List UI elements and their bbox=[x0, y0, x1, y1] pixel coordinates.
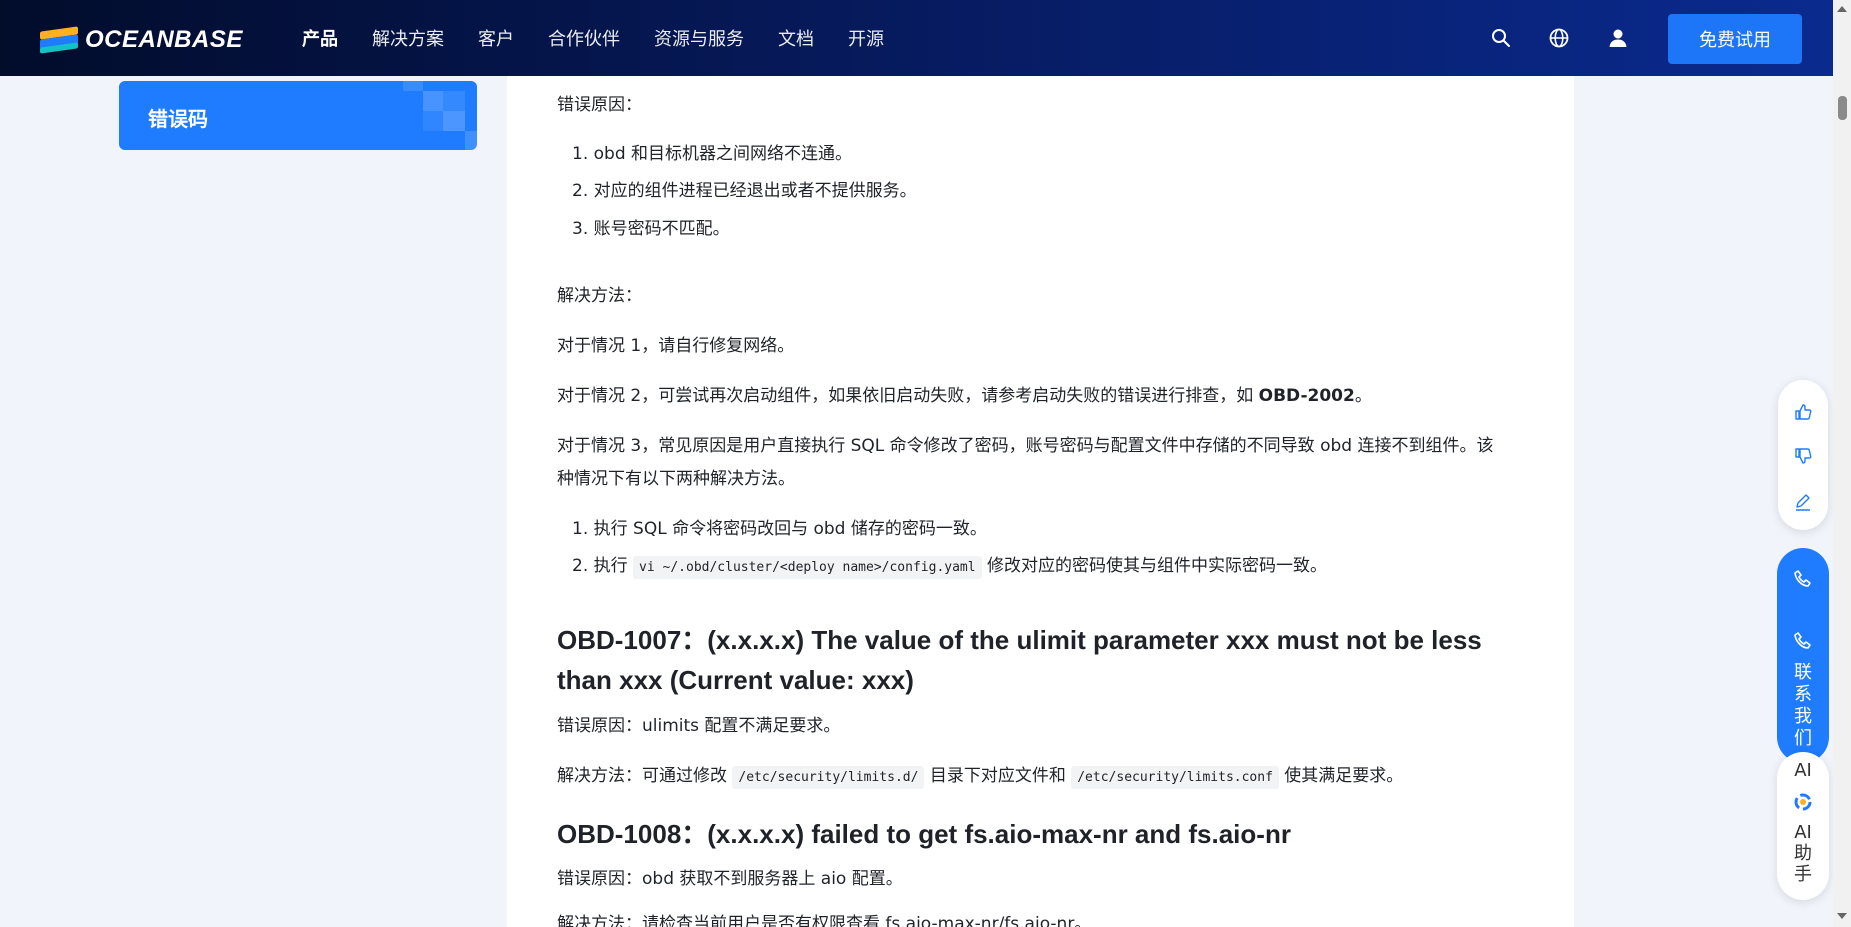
sidebar-item-label: 错误码 bbox=[148, 107, 208, 131]
case2-text: 对于情况 2，可尝试再次启动组件，如果依旧启动失败，请参考启动失败的错误进行排查… bbox=[557, 386, 1259, 406]
page-scrollbar[interactable] bbox=[1833, 0, 1851, 927]
sidebar-item-error-codes[interactable]: 错误码 bbox=[119, 81, 477, 150]
thumbs-down-icon[interactable] bbox=[1793, 446, 1813, 466]
thumbs-up-icon[interactable] bbox=[1793, 402, 1813, 422]
solution-prefix: 解决方法：可通过修改 bbox=[557, 766, 733, 786]
paragraph-case3-line1: 对于情况 3，常见原因是用户直接执行 SQL 命令修改了密码，账号密码与配置文件… bbox=[557, 436, 1494, 456]
search-icon[interactable] bbox=[1489, 26, 1513, 50]
oceanbase-logo[interactable]: OCEANBASE bbox=[40, 26, 243, 54]
heading-obd-1007-line2: than xxx (Current value: xxx) bbox=[557, 665, 914, 695]
nav-item-opensource[interactable]: 开源 bbox=[848, 25, 884, 51]
fix2-prefix: 2. 执行 bbox=[572, 556, 634, 576]
phone-icon bbox=[1794, 570, 1811, 587]
nav-item-customers[interactable]: 客户 bbox=[478, 25, 514, 51]
nav-item-resources[interactable]: 资源与服务 bbox=[654, 25, 744, 51]
feedback-toolbar bbox=[1778, 380, 1828, 530]
contact-label-char: 联 bbox=[1794, 662, 1812, 683]
case2-suffix: 。 bbox=[1354, 386, 1372, 406]
ai-label-char: 助 bbox=[1794, 843, 1812, 864]
contact-us-button[interactable]: 联 系 我 们 bbox=[1777, 548, 1829, 763]
paragraph-case3-line2: 种情况下有以下两种解决方法。 bbox=[557, 469, 795, 489]
nav-item-products[interactable]: 产品 bbox=[302, 25, 338, 51]
contact-label-char: 系 bbox=[1794, 684, 1812, 705]
heading-obd-1008: OBD-1008：(x.x.x.x) failed to get fs.aio-… bbox=[557, 819, 1291, 849]
ai-label-top: AI bbox=[1794, 760, 1812, 781]
main-nav: 产品 解决方案 客户 合作伙伴 资源与服务 文档 开源 bbox=[302, 0, 918, 76]
ai-assistant-button[interactable]: AI AI 助 手 bbox=[1777, 752, 1829, 900]
logo-mark-icon bbox=[40, 26, 78, 54]
solution-suffix: 使其满足要求。 bbox=[1278, 766, 1404, 786]
doc-content: 错误原因： 1. obd 和目标机器之间网络不连通。 2. 对应的组件进程已经退… bbox=[507, 76, 1574, 927]
free-trial-button[interactable]: 免费试用 bbox=[1668, 14, 1802, 64]
solution-mid: 目录下对应文件和 bbox=[924, 766, 1072, 786]
contact-label-char: 们 bbox=[1794, 728, 1812, 749]
scroll-up-icon[interactable] bbox=[1837, 6, 1847, 12]
scroll-down-icon[interactable] bbox=[1837, 913, 1847, 919]
nav-item-partners[interactable]: 合作伙伴 bbox=[548, 25, 620, 51]
nav-item-solutions[interactable]: 解决方案 bbox=[372, 25, 444, 51]
globe-icon[interactable] bbox=[1547, 26, 1571, 50]
list-item: 2. 对应的组件进程已经退出或者不提供服务。 bbox=[572, 181, 917, 201]
obd-2002-link[interactable]: OBD-2002 bbox=[1259, 386, 1355, 406]
inline-code: vi ~/.obd/cluster/<deploy name>/config.y… bbox=[633, 556, 982, 579]
fix2-suffix: 修改对应的密码使其与组件中实际密码一致。 bbox=[981, 556, 1327, 576]
cause-label: 错误原因： bbox=[557, 95, 642, 115]
obd-1008-cause: 错误原因：obd 获取不到服务器上 aio 配置。 bbox=[557, 869, 903, 889]
ai-label-char: AI bbox=[1794, 822, 1812, 843]
obd-1007-cause: 错误原因：ulimits 配置不满足要求。 bbox=[557, 716, 841, 736]
list-item: 1. obd 和目标机器之间网络不连通。 bbox=[572, 144, 853, 164]
solution-label: 解决方法： bbox=[557, 286, 642, 306]
list-item: 3. 账号密码不匹配。 bbox=[572, 219, 730, 239]
heading-obd-1007-line1: OBD-1007：(x.x.x.x) The value of the ulim… bbox=[557, 625, 1482, 655]
nav-item-docs[interactable]: 文档 bbox=[778, 25, 814, 51]
inline-code: /etc/security/limits.conf bbox=[1071, 766, 1279, 789]
ai-label-char: 手 bbox=[1794, 864, 1812, 885]
phone-icon bbox=[1794, 632, 1811, 649]
paragraph-case1: 对于情况 1，请自行修复网络。 bbox=[557, 336, 795, 356]
logo-text: OCEANBASE bbox=[85, 26, 243, 53]
obd-1007-solution: 解决方法：可通过修改 /etc/security/limits.d/ 目录下对应… bbox=[557, 760, 1403, 794]
list-item: 1. 执行 SQL 命令将密码改回与 obd 储存的密码一致。 bbox=[572, 519, 987, 539]
checker-decoration-icon bbox=[403, 81, 477, 150]
ai-assistant-icon bbox=[1794, 793, 1812, 811]
paragraph-case2: 对于情况 2，可尝试再次启动组件，如果依旧启动失败，请参考启动失败的错误进行排查… bbox=[557, 380, 1372, 413]
top-navigation-bar: OCEANBASE 产品 解决方案 客户 合作伙伴 资源与服务 文档 开源 免费… bbox=[0, 0, 1833, 76]
scrollbar-thumb[interactable] bbox=[1838, 96, 1847, 120]
edit-icon[interactable] bbox=[1793, 492, 1813, 512]
list-item: 2. 执行 vi ~/.obd/cluster/<deploy name>/co… bbox=[572, 550, 1327, 584]
obd-1008-solution-partial: 解决方法：请检查当前用户是否有权限查看 fs.aio-max-nr/fs.aio… bbox=[557, 914, 1092, 927]
contact-label-char: 我 bbox=[1794, 706, 1812, 727]
inline-code: /etc/security/limits.d/ bbox=[732, 766, 925, 789]
user-icon[interactable] bbox=[1606, 26, 1630, 50]
